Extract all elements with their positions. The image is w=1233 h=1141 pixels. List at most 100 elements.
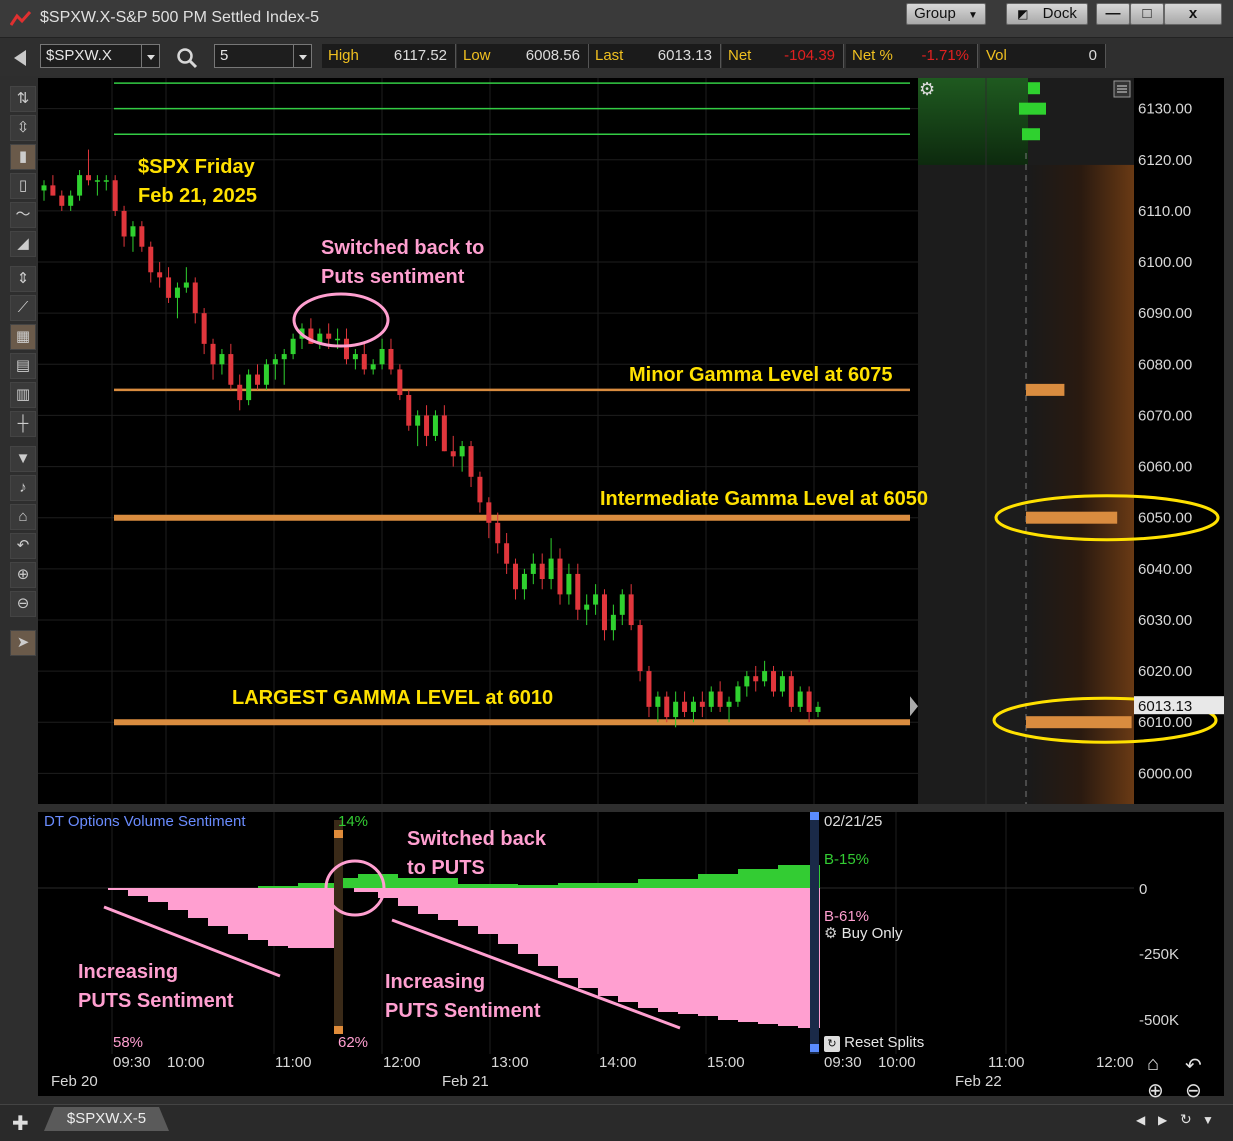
gear-icon[interactable]: ⚙: [919, 79, 935, 99]
symbol-combo[interactable]: $SPXW.X: [40, 44, 160, 68]
sentiment-panel[interactable]: 0 -250K -500K DT Options Volume Sentiment …: [38, 812, 1224, 1054]
sentiment-chart-svg[interactable]: 0 -250K -500K: [38, 812, 1224, 1054]
candle[interactable]: [788, 671, 794, 712]
switched-annotation: Switched back to Puts sentiment: [321, 234, 484, 292]
quote-value: 0: [1088, 47, 1097, 64]
undo-icon[interactable]: ↶: [1185, 1053, 1202, 1078]
split-handle-bottom[interactable]: [334, 1026, 343, 1034]
scroll-left-icon[interactable]: ◀: [1136, 1113, 1145, 1127]
bar-icon[interactable]: ▯: [10, 173, 36, 199]
candle-body: [343, 338, 349, 360]
chevron-down-icon[interactable]: [293, 45, 311, 67]
zoom-out-icon[interactable]: ⊖: [1185, 1078, 1202, 1103]
session-handle-bottom[interactable]: [810, 1044, 819, 1052]
zoom-in-icon[interactable]: ⊕: [1147, 1078, 1164, 1103]
refresh-icon[interactable]: ↻: [1180, 1111, 1192, 1128]
price-tick-label: 6130.00: [1138, 101, 1192, 118]
minimize-button[interactable]: —: [1096, 3, 1130, 25]
buy-only-toggle[interactable]: ⚙ Buy Only: [824, 924, 902, 942]
scroll-right-icon[interactable]: ▶: [1158, 1113, 1167, 1127]
session-handle-top[interactable]: [810, 812, 819, 820]
gamma-profile-orange-bar: [1026, 383, 1065, 396]
candle-body: [112, 180, 118, 211]
trendline-icon[interactable]: ⟋: [10, 295, 36, 321]
maximize-button[interactable]: □: [1130, 3, 1164, 25]
split-handle-top[interactable]: [334, 830, 343, 838]
price-tick-label: 6030.00: [1138, 612, 1192, 629]
candle[interactable]: [246, 369, 252, 406]
candle-body: [548, 558, 554, 580]
split-marker[interactable]: [334, 820, 343, 1034]
candle-body: [50, 185, 56, 196]
switched-puts-line2: to PUTS: [407, 857, 485, 879]
time-label: 14:00: [599, 1054, 637, 1071]
time-label: 10:00: [878, 1054, 916, 1071]
interval-combo[interactable]: 5: [214, 44, 312, 68]
candle-body: [210, 343, 216, 365]
session-marker[interactable]: [810, 812, 819, 1054]
price-tick-label: 6090.00: [1138, 305, 1192, 322]
title-bar: $SPXW.X-S&P 500 PM Settled Index-5 Group…: [0, 0, 1233, 38]
intermediate-gamma-label: Intermediate Gamma Level at 6050: [600, 488, 928, 510]
home-icon[interactable]: ⌂: [10, 504, 36, 530]
table-icon[interactable]: ▥: [10, 382, 36, 408]
grid-lines-icon[interactable]: ▤: [10, 353, 36, 379]
reset-splits-button[interactable]: ↻ Reset Splits: [824, 1034, 924, 1052]
quote-value: 6008.56: [525, 47, 580, 64]
pointer-icon[interactable]: ➤: [10, 630, 36, 656]
close-button[interactable]: x: [1164, 3, 1222, 25]
increasing-right-line1: Increasing: [385, 971, 486, 993]
candle-body: [646, 671, 652, 707]
candle-body: [797, 691, 803, 707]
sort-icon[interactable]: ⇅: [10, 86, 36, 112]
candle-body: [415, 415, 421, 426]
split-top-pct: 14%: [338, 813, 369, 830]
buy-only-label: Buy Only: [841, 925, 903, 942]
price-tick-label: 6120.00: [1138, 152, 1192, 169]
time-label: 12:00: [383, 1054, 421, 1071]
collapse-arrow-icon[interactable]: [14, 50, 26, 66]
candle-body: [744, 676, 750, 687]
align-icon[interactable]: ⇳: [10, 115, 36, 141]
candle-body: [68, 195, 74, 206]
candle-icon[interactable]: ▮: [10, 144, 36, 170]
area-chart-icon[interactable]: ◢: [10, 231, 36, 257]
time-axis[interactable]: 09:30 10:00 11:00 12:00 13:00 14:00 15:00 09:30…: [38, 1054, 1224, 1096]
candle[interactable]: [406, 389, 412, 431]
gamma-profile-green-bar: [1019, 102, 1046, 115]
quote-last: Last 6013.13: [589, 44, 721, 68]
grid-icon[interactable]: ▦: [10, 324, 36, 350]
increasing-left-line1: Increasing: [78, 961, 179, 983]
home-icon[interactable]: ⌂: [1147, 1053, 1159, 1076]
pin-icon[interactable]: ▼: [10, 446, 36, 472]
chevron-down-icon[interactable]: ▼: [1202, 1113, 1214, 1127]
group-dropdown[interactable]: Group ▼: [906, 3, 986, 25]
zoom-out-icon[interactable]: ⊖: [10, 591, 36, 617]
fit-icon[interactable]: ⇕: [10, 266, 36, 292]
candle-body: [272, 359, 278, 365]
chevron-down-icon[interactable]: [141, 45, 159, 67]
dock-button[interactable]: ◩ Dock: [1006, 3, 1088, 25]
price-chart[interactable]: 6130.00 6120.00 6110.00 6100.00 6090.00 6080.…: [38, 78, 1224, 804]
gear-icon: ⚙: [824, 925, 838, 942]
time-label: 11:00: [275, 1054, 312, 1071]
crosshair-icon[interactable]: ┼: [10, 411, 36, 437]
candle[interactable]: [397, 364, 403, 401]
gamma-heat-area: [1028, 164, 1134, 804]
switched-puts-annotation: Switched back to PUTS: [407, 825, 546, 883]
line-chart-icon[interactable]: 〜: [10, 202, 36, 228]
price-tick-label: 6060.00: [1138, 459, 1192, 476]
reset-splits-label: Reset Splits: [844, 1034, 925, 1051]
candle[interactable]: [112, 175, 118, 217]
search-icon[interactable]: [176, 47, 198, 69]
price-tick-label: 6040.00: [1138, 561, 1192, 578]
add-tab-icon[interactable]: ✚: [12, 1111, 29, 1136]
undo-icon[interactable]: ↶: [10, 533, 36, 559]
candle-body: [477, 476, 483, 503]
tab-spxw-5[interactable]: $SPXW.X-5: [44, 1107, 169, 1131]
candle-body: [575, 573, 581, 610]
candle-body: [219, 354, 225, 365]
drawing-tools: ⇅ ⇳ ▮ ▯ 〜 ◢ ⇕ ⟋ ▦ ▤ ▥ ┼ ▼ ♪ ⌂ ↶ ⊕ ⊖ ➤: [8, 86, 38, 666]
zoom-in-icon[interactable]: ⊕: [10, 562, 36, 588]
note-icon[interactable]: ♪: [10, 475, 36, 501]
